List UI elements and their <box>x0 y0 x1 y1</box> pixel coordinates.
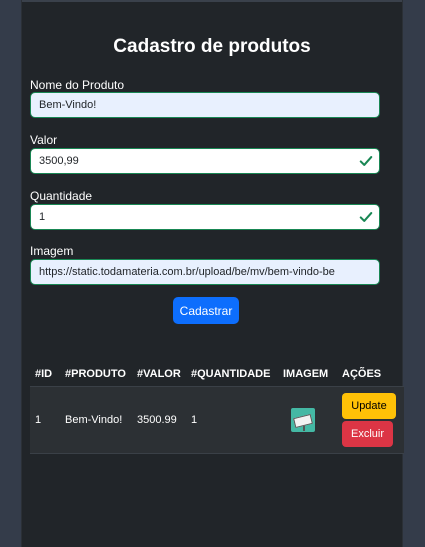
image-label: Imagem <box>30 244 74 258</box>
page-title: Cadastro de produtos <box>113 36 311 57</box>
image-url-value: https://static.todamateria.com.br/upload… <box>39 266 335 278</box>
top-divider <box>22 0 402 2</box>
price-value: 3500,99 <box>39 155 79 167</box>
column-header-id: #ID <box>30 362 60 387</box>
product-name-value: Bem-Vindo! <box>39 99 97 111</box>
price-input[interactable]: 3500,99 <box>30 148 380 174</box>
quantity-label: Quantidade <box>30 189 93 203</box>
column-header-quantity: #QUANTIDADE <box>186 362 278 387</box>
form-panel: Cadastro de produtos Nome do Produto Bem… <box>21 0 404 547</box>
quantity-input[interactable]: 1 <box>30 204 380 230</box>
submit-button[interactable]: Cadastrar <box>173 297 239 324</box>
cell-actions: Update Excluir <box>337 386 404 454</box>
cell-product: Bem-Vindo! <box>60 386 132 454</box>
product-name-input[interactable]: Bem-Vindo! <box>30 92 380 118</box>
valid-check-icon <box>359 212 373 222</box>
table-header-row: #ID #PRODUTO #VALOR #QUANTIDADE IMAGEM A… <box>30 362 404 387</box>
products-table: #ID #PRODUTO #VALOR #QUANTIDADE IMAGEM A… <box>30 362 404 454</box>
product-name-label: Nome do Produto <box>30 78 125 92</box>
cell-image <box>278 386 337 454</box>
price-label: Valor <box>30 133 58 147</box>
cell-quantity: 1 <box>186 386 278 454</box>
column-header-price: #VALOR <box>132 362 186 387</box>
update-button[interactable]: Update <box>342 393 396 419</box>
image-url-input[interactable]: https://static.todamateria.com.br/upload… <box>30 259 380 285</box>
table-row: 1 Bem-Vindo! 3500.99 1 Update Excluir <box>30 386 404 454</box>
column-header-product: #PRODUTO <box>60 362 132 387</box>
quantity-value: 1 <box>39 211 46 223</box>
welcome-sign-image <box>291 408 315 432</box>
valid-check-icon <box>359 156 373 166</box>
column-header-actions: AÇÕES <box>337 362 404 387</box>
cell-id: 1 <box>30 386 60 454</box>
column-header-image: IMAGEM <box>278 362 337 387</box>
delete-button[interactable]: Excluir <box>342 421 393 447</box>
cell-price: 3500.99 <box>132 386 186 454</box>
